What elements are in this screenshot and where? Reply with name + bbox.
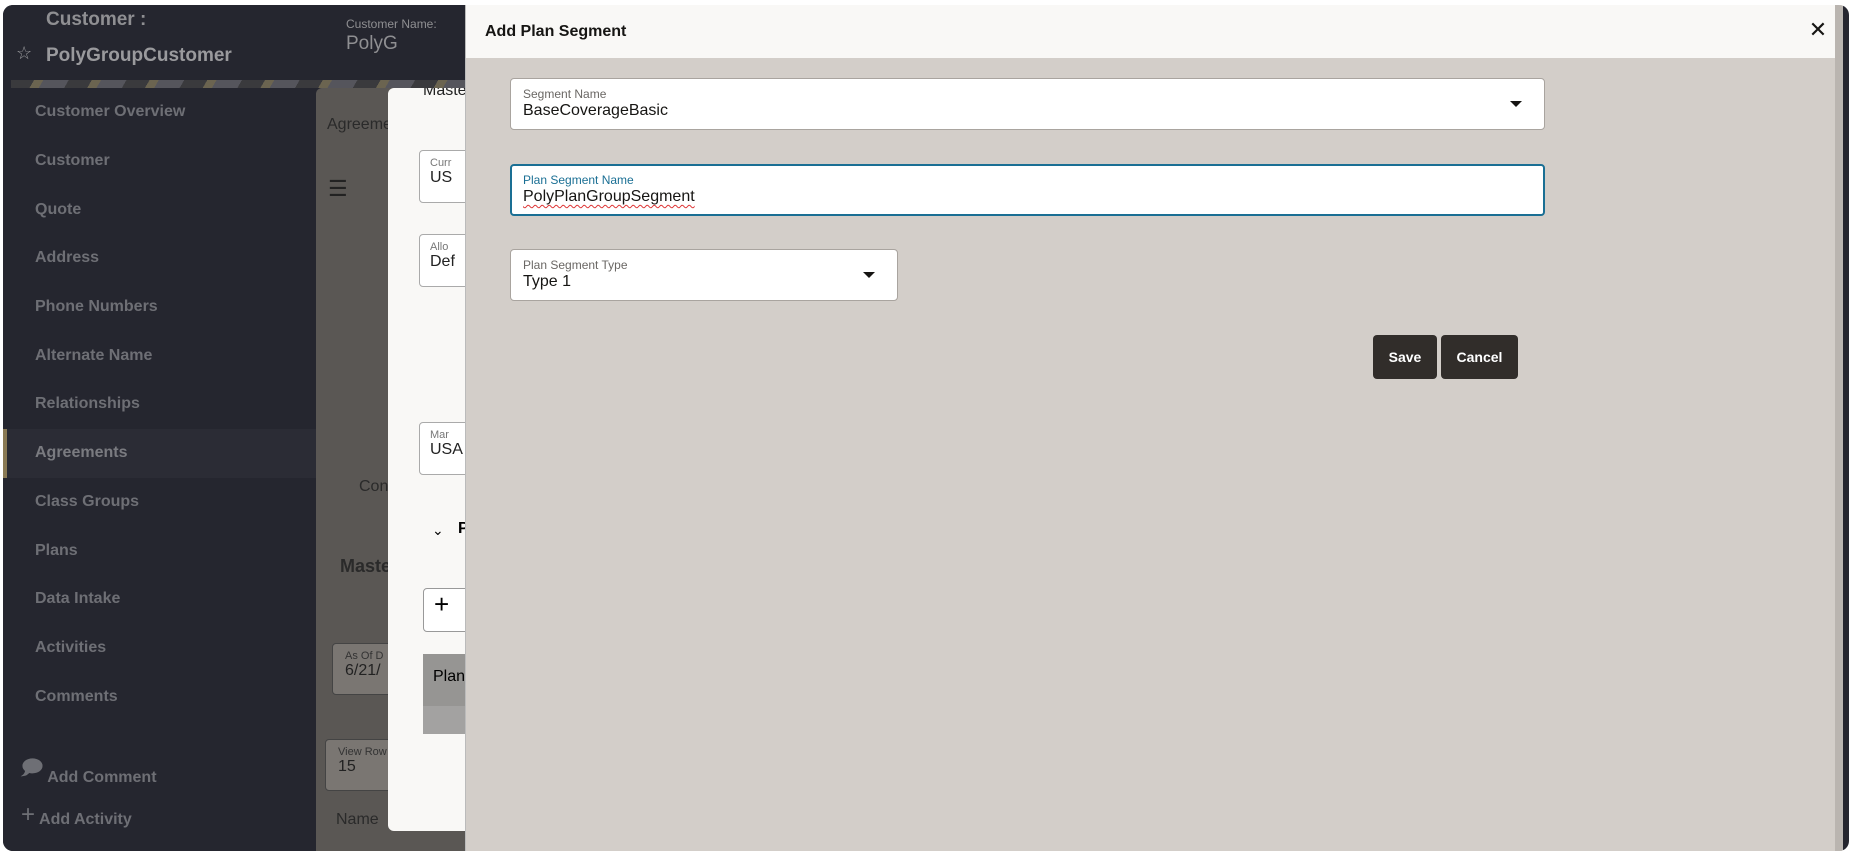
tab-agreements[interactable]: Agreeme — [327, 116, 392, 134]
master-dialog: Maste Curr US Allo Def Mar USA ⌄ P + Plan — [388, 88, 468, 831]
section-title: Maste — [340, 556, 392, 576]
close-icon[interactable]: ✕ — [1803, 15, 1833, 45]
sidebar-item-activities[interactable]: Activities — [3, 624, 316, 673]
caret-down-icon[interactable] — [863, 272, 875, 278]
sidebar-item-comments[interactable]: Comments — [3, 672, 316, 721]
sidebar-item-alternate-name[interactable]: Alternate Name — [3, 331, 316, 380]
currency-label: Curr — [430, 157, 452, 169]
currency-field[interactable]: Curr US — [419, 150, 468, 203]
customer-name-value: PolyG — [346, 33, 398, 54]
add-plan-segment-dialog: Add Plan Segment ✕ Segment Name BaseCove… — [465, 5, 1843, 851]
customer-name-label: Customer Name: — [346, 17, 437, 31]
sidebar-item-customer[interactable]: Customer — [3, 137, 316, 186]
sidebar: Customer : ☆ PolyGroupCustomer Customer … — [3, 5, 316, 851]
sidebar-item-data-intake[interactable]: Data Intake — [3, 575, 316, 624]
sidebar-nav: Customer Overview Customer Quote Address… — [3, 88, 316, 721]
view-rows-value: 15 — [338, 758, 356, 775]
segment-name-label: Segment Name — [523, 87, 607, 101]
column-name: Name — [336, 811, 379, 828]
view-rows-label: View Row — [338, 746, 387, 758]
customer-name: PolyGroupCustomer — [46, 45, 232, 66]
scrollbar[interactable] — [1835, 5, 1843, 851]
sidebar-item-class-groups[interactable]: Class Groups — [3, 478, 316, 527]
star-icon[interactable]: ☆ — [16, 43, 32, 64]
currency-value: US — [430, 169, 453, 186]
banner-image — [11, 80, 471, 88]
add-button[interactable]: + — [423, 588, 468, 632]
sidebar-item-quote[interactable]: Quote — [3, 185, 316, 234]
sidebar-item-relationships[interactable]: Relationships — [3, 380, 316, 429]
save-button[interactable]: Save — [1373, 335, 1437, 379]
sidebar-item-plans[interactable]: Plans — [3, 526, 316, 575]
customer-label: Customer : — [46, 9, 147, 30]
dialog-title: Add Plan Segment — [485, 22, 627, 40]
plan-table: Plan — [423, 654, 468, 734]
master-title: Maste — [423, 88, 467, 99]
allocation-field[interactable]: Allo Def — [419, 234, 468, 287]
comment-add-icon: 🗩 — [21, 757, 44, 779]
plus-icon: + — [21, 801, 36, 828]
cancel-button[interactable]: Cancel — [1441, 335, 1518, 379]
app-frame: Customer : ☆ PolyGroupCustomer Customer … — [3, 5, 1849, 851]
sidebar-item-address[interactable]: Address — [3, 234, 316, 283]
plan-segment-type-value: Type 1 — [523, 273, 572, 290]
market-label: Mar — [430, 429, 449, 441]
tab-contacts[interactable]: Con — [359, 478, 388, 496]
plan-segment-type-label: Plan Segment Type — [523, 258, 628, 272]
sidebar-item-phone-numbers[interactable]: Phone Numbers — [3, 283, 316, 332]
add-activity-label: Add Activity — [39, 811, 132, 828]
segment-name-value: BaseCoverageBasic — [523, 102, 668, 119]
dialog-header: Add Plan Segment — [466, 5, 1843, 58]
plan-segment-name-value[interactable]: PolyPlanGroupSegment — [523, 188, 1532, 206]
market-value: USA — [430, 441, 463, 458]
add-comment-button[interactable]: 🗩 Add Comment — [21, 753, 157, 787]
sidebar-item-agreements[interactable]: Agreements — [3, 428, 316, 478]
column-plan: Plan — [423, 654, 468, 706]
as-of-value: 6/21/ — [345, 662, 381, 679]
add-comment-label: Add Comment — [47, 769, 157, 786]
caret-down-icon[interactable] — [1510, 101, 1522, 107]
allocation-label: Allo — [430, 241, 449, 253]
plan-segment-name-label: Plan Segment Name — [523, 173, 634, 187]
chevron-down-icon[interactable]: ⌄ — [432, 522, 444, 539]
plan-segment-type-select[interactable]: Plan Segment Type Type 1 — [510, 249, 898, 301]
allocation-value: Def — [430, 253, 455, 270]
market-field[interactable]: Mar USA — [419, 422, 468, 475]
plan-segment-name-input[interactable]: Plan Segment Name PolyPlanGroupSegment — [510, 164, 1545, 216]
sidebar-item-customer-overview[interactable]: Customer Overview — [3, 88, 316, 137]
add-activity-button[interactable]: + Add Activity — [21, 801, 132, 829]
segment-name-select[interactable]: Segment Name BaseCoverageBasic — [510, 78, 1545, 130]
list-view-icon[interactable]: ☰ — [328, 176, 348, 202]
